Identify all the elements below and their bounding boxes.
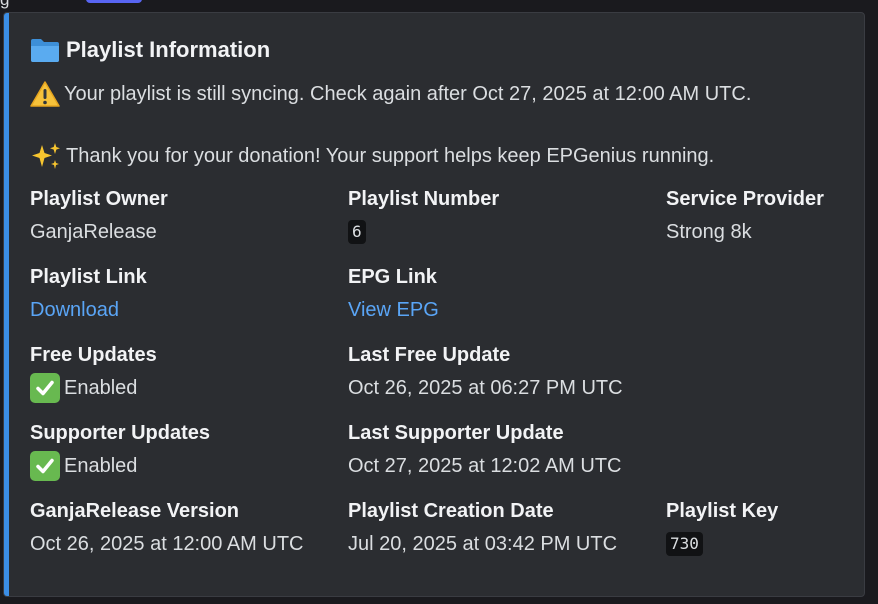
field-playlist-owner: Playlist Owner GanjaRelease bbox=[30, 183, 348, 251]
donation-thanks-text: Thank you for your donation! Your suppor… bbox=[66, 144, 715, 167]
playlist-embed: Playlist Information Your playlist is st… bbox=[3, 12, 865, 597]
field-name: Last Supporter Update bbox=[348, 422, 564, 444]
download-link[interactable]: Download bbox=[30, 293, 119, 327]
field-name: Service Provider bbox=[666, 188, 824, 210]
field-service-provider: Service Provider Strong 8k bbox=[666, 183, 864, 251]
message-top-strip: g bbox=[0, 0, 878, 12]
field-value: Oct 26, 2025 at 12:00 AM UTC bbox=[30, 533, 304, 555]
playlist-number-code: 6 bbox=[348, 220, 366, 244]
field-playlist-link: Playlist Link Download bbox=[30, 261, 348, 329]
embed-accent-bar bbox=[4, 13, 9, 596]
field-last-supporter-update: Last Supporter Update Oct 27, 2025 at 12… bbox=[348, 417, 666, 485]
field-playlist-number: Playlist Number 6 bbox=[348, 183, 666, 251]
field-value: Strong 8k bbox=[666, 221, 752, 243]
free-updates-status: Enabled bbox=[64, 377, 138, 399]
field-value: Oct 27, 2025 at 12:02 AM UTC bbox=[348, 455, 622, 477]
folder-icon bbox=[30, 37, 60, 63]
empty-field bbox=[666, 417, 864, 485]
playlist-key-code: 730 bbox=[666, 532, 703, 556]
embed-title: Playlist Information bbox=[30, 33, 850, 67]
field-name: Free Updates bbox=[30, 344, 157, 366]
embed-title-text: Playlist Information bbox=[66, 37, 271, 62]
embed-content: Playlist Information Your playlist is st… bbox=[30, 33, 850, 563]
field-name: GanjaRelease Version bbox=[30, 500, 240, 522]
field-last-free-update: Last Free Update Oct 26, 2025 at 06:27 P… bbox=[348, 339, 666, 407]
field-ganjarelease-version: GanjaRelease Version Oct 26, 2025 at 12:… bbox=[30, 495, 348, 563]
field-name: Last Free Update bbox=[348, 344, 511, 366]
empty-field bbox=[666, 261, 864, 329]
field-name: Supporter Updates bbox=[30, 422, 211, 444]
sparkles-icon bbox=[30, 141, 62, 171]
field-playlist-creation-date: Playlist Creation Date Jul 20, 2025 at 0… bbox=[348, 495, 666, 563]
field-name: Playlist Link bbox=[30, 266, 147, 288]
field-playlist-key: Playlist Key 730 bbox=[666, 495, 864, 563]
mention-pill[interactable] bbox=[86, 0, 142, 3]
field-name: Playlist Number bbox=[348, 188, 500, 210]
field-epg-link: EPG Link View EPG bbox=[348, 261, 666, 329]
field-name: Playlist Creation Date bbox=[348, 500, 554, 522]
field-name: EPG Link bbox=[348, 266, 437, 288]
field-value: Oct 26, 2025 at 06:27 PM UTC bbox=[348, 377, 623, 399]
check-mark-icon bbox=[30, 373, 60, 403]
partial-message-text: g bbox=[0, 0, 9, 9]
view-epg-link[interactable]: View EPG bbox=[348, 293, 439, 327]
empty-field bbox=[666, 339, 864, 407]
field-name: Playlist Owner bbox=[30, 188, 168, 210]
sync-warning-text: Your playlist is still syncing. Check ag… bbox=[64, 82, 752, 105]
warning-icon bbox=[30, 80, 60, 108]
field-name: Playlist Key bbox=[666, 500, 779, 522]
field-supporter-updates: Supporter Updates Enabled bbox=[30, 417, 348, 485]
check-mark-icon bbox=[30, 451, 60, 481]
supporter-updates-status: Enabled bbox=[64, 455, 138, 477]
sync-warning-line: Your playlist is still syncing. Check ag… bbox=[30, 79, 850, 109]
donation-thanks-line: Thank you for your donation! Your suppor… bbox=[30, 141, 850, 171]
field-value: Jul 20, 2025 at 03:42 PM UTC bbox=[348, 533, 618, 555]
embed-fields: Playlist Owner GanjaRelease Playlist Num… bbox=[30, 183, 850, 563]
field-value: GanjaRelease bbox=[30, 221, 157, 243]
field-free-updates: Free Updates Enabled bbox=[30, 339, 348, 407]
